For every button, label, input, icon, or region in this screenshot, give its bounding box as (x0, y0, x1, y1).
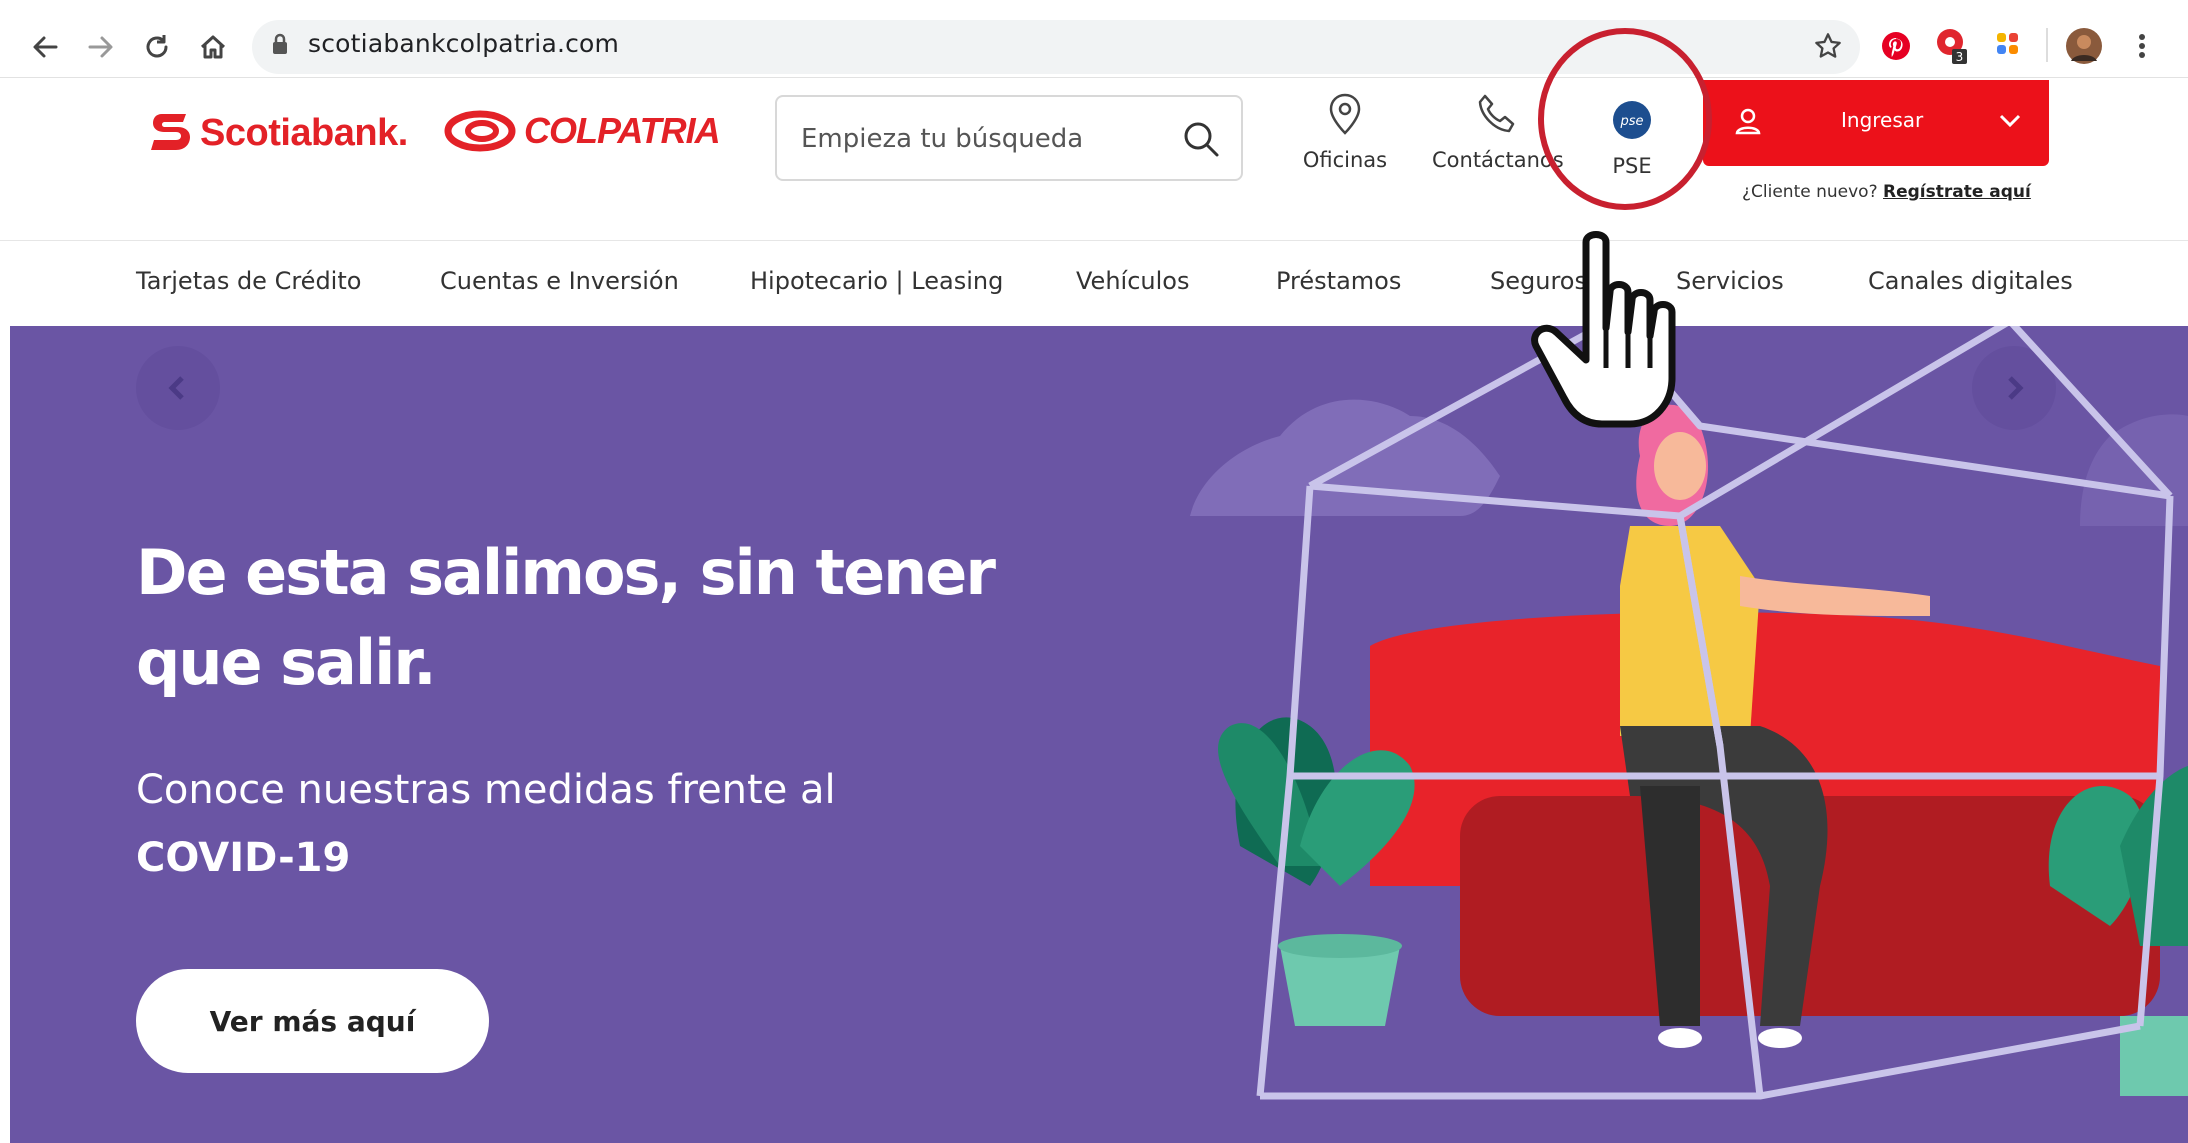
ver-mas-button[interactable]: Ver más aquí (136, 969, 489, 1073)
new-client-prefix: ¿Cliente nuevo? (1742, 182, 1878, 202)
menu-item-vehiculos[interactable]: Vehículos (1076, 267, 1189, 295)
menu-item-cuentas[interactable]: Cuentas e Inversión (440, 267, 679, 295)
extension-icon[interactable]: 3 (1932, 26, 1972, 66)
browser-toolbar: scotiabankcolpatria.com 3 (0, 0, 2188, 78)
back-arrow-icon[interactable] (22, 24, 68, 70)
menu-item-hipotecario[interactable]: Hipotecario | Leasing (750, 267, 1003, 295)
oficinas-link[interactable]: Oficinas (1300, 92, 1390, 172)
scotiabank-s-icon (151, 114, 190, 150)
forward-arrow-icon[interactable] (78, 24, 124, 70)
svg-text:3: 3 (1956, 50, 1964, 64)
chevron-left-icon (168, 376, 184, 400)
person-arm (1740, 576, 1930, 616)
menu-item-prestamos[interactable]: Préstamos (1276, 267, 1401, 295)
scotiabank-logo-text: Scotiabank. (200, 111, 408, 154)
user-icon (1735, 108, 1761, 135)
hero-subtitle: Conoce nuestras medidas frente al COVID-… (136, 756, 1036, 892)
reload-icon[interactable] (134, 24, 180, 70)
colpatria-logo[interactable]: COLPATRIA (444, 108, 721, 154)
plant-pot-rim (1278, 934, 1402, 958)
search-input[interactable] (801, 117, 1161, 161)
url-text: scotiabankcolpatria.com (308, 29, 620, 58)
hero-subtitle-bold: COVID-19 (136, 835, 351, 881)
main-menu: Tarjetas de Crédito Cuentas e Inversión … (0, 240, 2188, 326)
home-icon[interactable] (190, 24, 236, 70)
more-vert-icon[interactable] (2122, 26, 2162, 66)
colpatria-swirl-icon (444, 110, 516, 152)
hero-subtitle-text: Conoce nuestras medidas frente al (136, 767, 836, 813)
login-button[interactable]: Ingresar (1703, 80, 2049, 166)
hero-title: De esta salimos, sin tener que salir. (136, 536, 996, 699)
contactanos-label: Contáctanos (1432, 148, 1564, 172)
register-link[interactable]: Regístrate aquí (1883, 182, 2031, 202)
chevron-down-icon (1999, 114, 2021, 128)
scotiabank-logo[interactable]: Scotiabank. (148, 108, 408, 158)
phone-icon (1478, 94, 1515, 133)
search-icon[interactable] (1181, 119, 1221, 163)
location-pin-icon (1329, 93, 1361, 135)
menu-item-canales[interactable]: Canales digitales (1868, 267, 2073, 295)
person-shoe (1658, 1028, 1702, 1048)
highlight-circle (1538, 28, 1712, 210)
star-icon[interactable] (1808, 26, 1848, 66)
person-face (1654, 432, 1706, 500)
new-client-text: ¿Cliente nuevo? Regístrate aquí (1742, 182, 2031, 202)
colpatria-logo-text: COLPATRIA (524, 110, 721, 151)
hero-banner: De esta salimos, sin tener que salir. Co… (10, 326, 2188, 1143)
person-shoe (1758, 1028, 1802, 1048)
login-label: Ingresar (1841, 108, 1924, 132)
toolbar-divider (2046, 28, 2048, 62)
lock-icon (272, 33, 288, 59)
carousel-prev-button[interactable] (136, 346, 220, 430)
profile-avatar[interactable] (2064, 26, 2104, 66)
hand-pointer-icon (1531, 231, 1676, 428)
menu-item-tarjetas[interactable]: Tarjetas de Crédito (136, 267, 361, 295)
grid-extension-icon[interactable] (1988, 26, 2028, 66)
hero-illustration (1190, 326, 2188, 1100)
search-box (775, 95, 1243, 181)
pinterest-icon[interactable] (1876, 26, 1916, 66)
oficinas-label: Oficinas (1302, 148, 1388, 172)
